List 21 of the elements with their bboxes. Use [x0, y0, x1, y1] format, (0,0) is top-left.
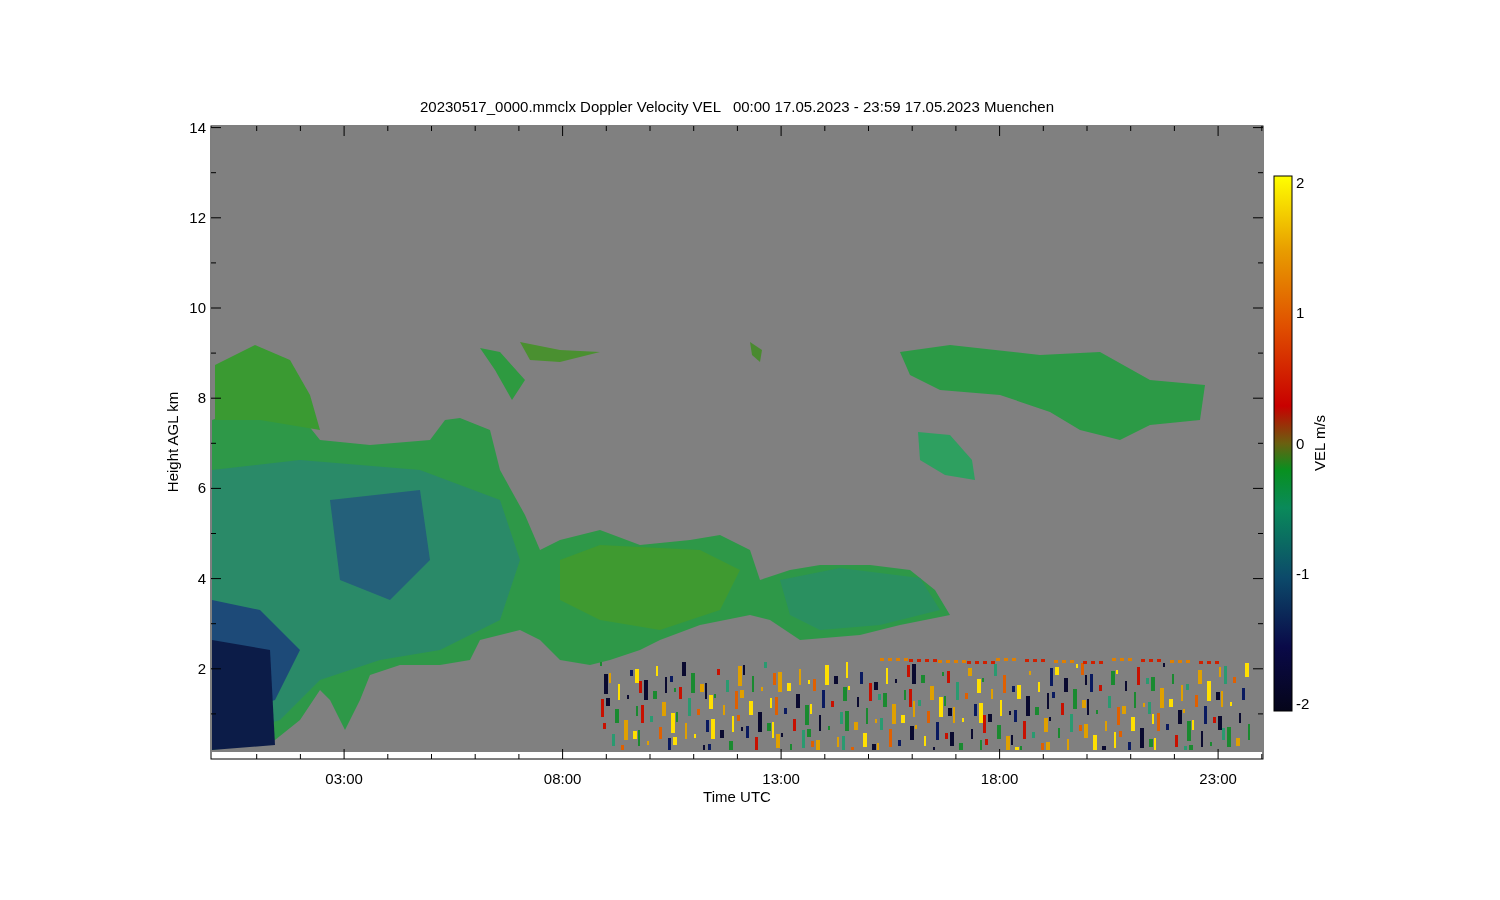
y-axis-label: Height AGL km [164, 391, 181, 493]
y-tick-label: 10 [189, 299, 206, 316]
colorbar-tick-label: -2 [1296, 695, 1310, 712]
x-tick-label: 23:00 [1199, 770, 1237, 787]
colorbar-label: VEL m/s [1311, 414, 1328, 472]
y-tick-label: 4 [197, 569, 206, 587]
colorbar-tick-label: 0 [1296, 434, 1305, 452]
y-tick-label: 12 [189, 208, 206, 226]
x-tick-label: 13:00 [762, 770, 800, 787]
y-tick-label: 14 [189, 118, 206, 136]
colorbar-tick-label: 2 [1296, 174, 1305, 191]
x-tick-label: 03:00 [325, 770, 363, 787]
chart-title: 20230517_0000.mmclx Doppler Velocity VEL 00:00 17.05.2023 - 23:59 17.05.2023 Muenchen [419, 98, 1055, 115]
colorbar-tick-label: 1 [1296, 304, 1305, 322]
x-axis-label: Time UTC [703, 788, 771, 805]
y-tick-label: 8 [197, 389, 206, 407]
x-tick-label: 08:00 [543, 770, 582, 787]
y-tick-label: 2 [197, 659, 206, 677]
x-tick-label: 18:00 [980, 770, 1019, 787]
colorbar-tick-label: -1 [1296, 564, 1310, 582]
y-tick-label: 6 [197, 479, 206, 497]
